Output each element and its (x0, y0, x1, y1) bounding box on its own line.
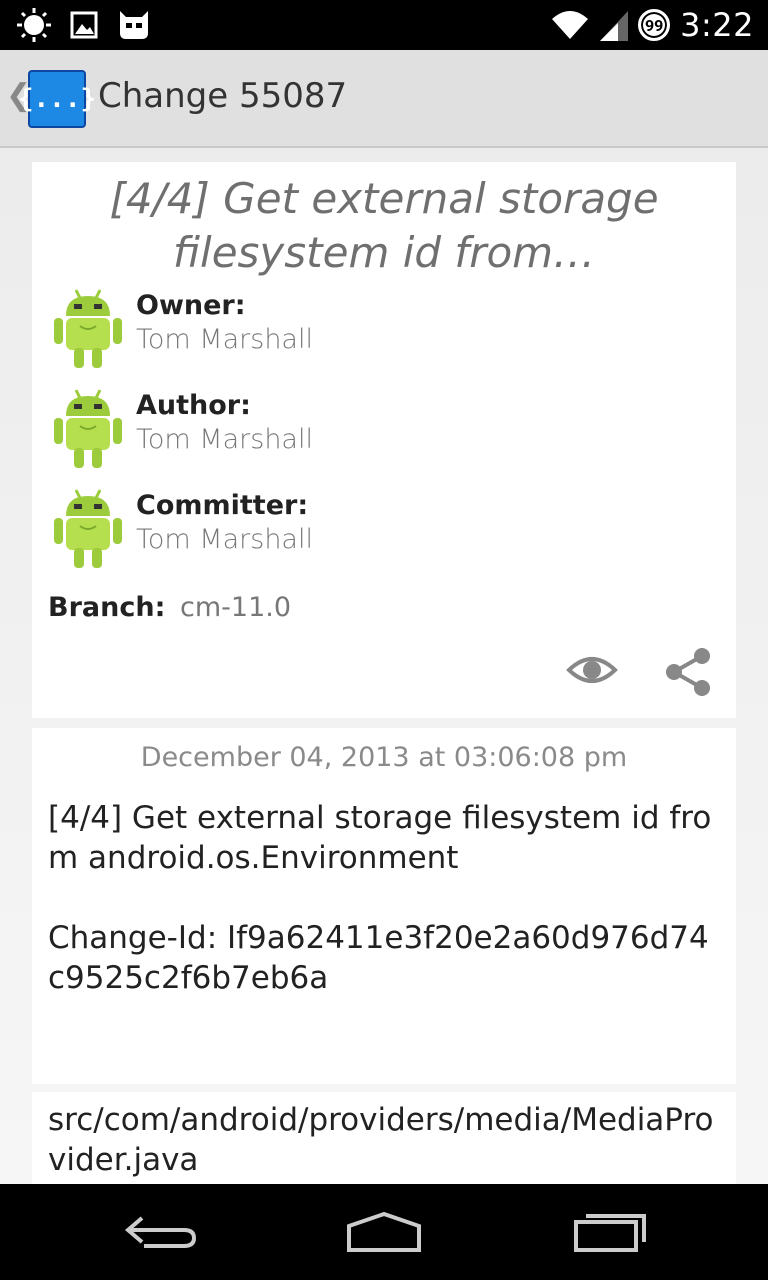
status-time: 3:22 (680, 6, 754, 44)
home-icon[interactable] (339, 1208, 429, 1256)
navigation-bar (0, 1184, 768, 1280)
content-area[interactable]: [4/4] Get external storage filesystem id… (0, 150, 768, 1184)
author-label: Author: (136, 390, 251, 421)
view-in-browser-eye-icon[interactable] (566, 650, 618, 690)
android-avatar-icon (54, 489, 122, 568)
author-row[interactable]: Author: Tom Marshall (52, 386, 692, 470)
recent-apps-icon[interactable] (566, 1208, 656, 1256)
commit-date: December 04, 2013 at 03:06:08 pm (140, 742, 628, 773)
change-details-card: [4/4] Get external storage filesystem id… (32, 162, 736, 718)
brightness-icon (17, 8, 51, 42)
owner-row[interactable]: Owner: Tom Marshall (52, 286, 692, 370)
cyanogen-mascot-icon (120, 11, 148, 39)
action-bar: ❮ {...} Change 55087 (0, 50, 768, 148)
change-subject: [4/4] Get external storage filesystem id… (109, 174, 659, 277)
committer-label: Committer: (136, 490, 309, 521)
file-list-item[interactable]: src/com/android/providers/media/MediaPro… (48, 1100, 724, 1180)
status-bar-system: 99 3:22 (550, 4, 754, 46)
branch-value: cm-11.0 (180, 592, 292, 623)
changed-files-card: src/com/android/providers/media/MediaPro… (32, 1092, 736, 1184)
back-icon[interactable] (114, 1208, 204, 1256)
committer-name: Tom Marshall (136, 524, 313, 555)
committer-row[interactable]: Committer: Tom Marshall (52, 486, 692, 570)
android-avatar-icon (54, 289, 122, 368)
page-title: Change 55087 (98, 76, 348, 116)
wifi-icon (552, 11, 589, 39)
app-icon[interactable]: {...} (18, 70, 96, 128)
owner-label: Owner: (136, 290, 246, 321)
share-icon[interactable] (662, 646, 714, 698)
commit-message: [4/4] Get external storage filesystem id… (48, 800, 712, 996)
status-bar: 99 3:22 (0, 0, 768, 50)
owner-name: Tom Marshall (136, 324, 313, 355)
branch-label: Branch: (48, 592, 166, 623)
author-name: Tom Marshall (136, 424, 313, 455)
status-bar-notifications (16, 6, 152, 44)
signal-icon (600, 11, 629, 41)
notification-count-badge: 99 (638, 9, 671, 41)
android-avatar-icon (54, 389, 122, 468)
image-icon (70, 11, 98, 39)
commit-message-card: December 04, 2013 at 03:06:08 pm [4/4] G… (32, 728, 736, 1084)
